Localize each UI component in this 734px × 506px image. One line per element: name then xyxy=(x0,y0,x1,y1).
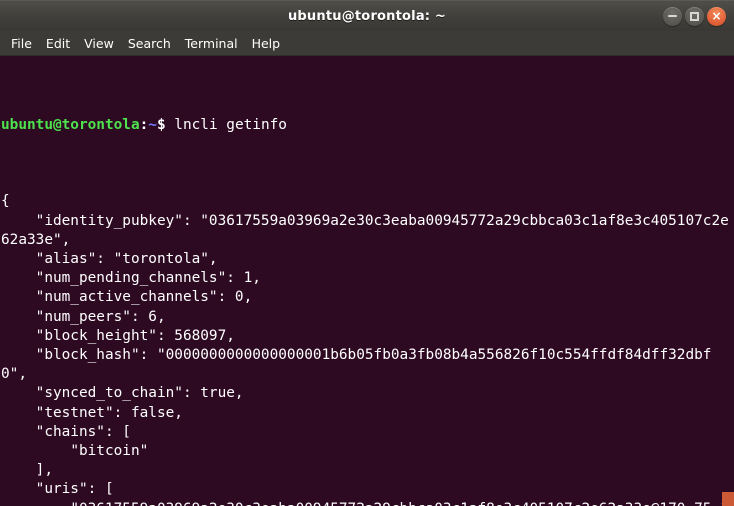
terminal-output-line: "03617559a03969a2e30c3eaba00945772a29cbb… xyxy=(1,500,734,506)
command-output: { "identity_pubkey": "03617559a03969a2e3… xyxy=(1,192,734,506)
menubar: File Edit View Search Terminal Help xyxy=(0,31,734,56)
terminal-output-line: "synced_to_chain": true, xyxy=(1,385,244,402)
minimize-button[interactable] xyxy=(663,6,682,26)
prompt-path: ~ xyxy=(148,116,157,133)
terminal-output-line: ], xyxy=(1,462,53,479)
close-button[interactable]: × xyxy=(707,6,726,26)
terminal-output-line: "num_active_channels": 0, xyxy=(1,289,253,306)
terminal-output-line: "identity_pubkey": "03617559a03969a2e30c… xyxy=(1,212,729,248)
menu-item-edit[interactable]: Edit xyxy=(39,33,77,54)
menu-item-terminal[interactable]: Terminal xyxy=(178,33,245,54)
terminal-output-line: "chains": [ xyxy=(1,423,131,440)
menu-item-view[interactable]: View xyxy=(77,33,121,54)
prompt-dollar: $ xyxy=(156,116,166,133)
terminal-output-line: "num_peers": 6, xyxy=(1,308,166,325)
minimize-icon xyxy=(668,15,677,17)
prompt-colon: : xyxy=(139,116,149,133)
prompt-user-host: ubuntu@torontola xyxy=(1,116,140,133)
terminal-output-line: { xyxy=(1,193,10,210)
window-controls: × xyxy=(663,1,726,31)
window-title: ubuntu@torontola: ~ xyxy=(287,8,447,24)
maximize-icon xyxy=(690,11,699,21)
menu-item-help[interactable]: Help xyxy=(245,33,288,54)
command-prompt-line: ubuntu@torontola:~$ lncli getinfo xyxy=(1,116,734,135)
terminal-output-line: "block_height": 568097, xyxy=(1,327,235,344)
menu-item-file[interactable]: File xyxy=(4,33,39,54)
resize-grip[interactable] xyxy=(722,492,734,506)
terminal-output-line: "block_hash": "0000000000000000001b6b05f… xyxy=(1,347,712,383)
terminal-window: ubuntu@torontola: ~ × File Edit View Sea… xyxy=(0,0,734,506)
maximize-button[interactable] xyxy=(685,6,704,26)
terminal-output-line: "num_pending_channels": 1, xyxy=(1,270,261,287)
terminal-output-line: "uris": [ xyxy=(1,481,114,498)
menu-item-search[interactable]: Search xyxy=(121,33,178,54)
terminal-output-line: "bitcoin" xyxy=(1,443,149,460)
command-text: lncli getinfo xyxy=(165,116,287,133)
terminal-output-line: "testnet": false, xyxy=(1,404,183,421)
terminal-output-line: "alias": "torontola", xyxy=(1,251,218,268)
terminal-content: ubuntu@torontola:~$ lncli getinfo { "ide… xyxy=(1,58,734,506)
terminal-screen[interactable]: ubuntu@torontola:~$ lncli getinfo { "ide… xyxy=(0,56,734,506)
window-titlebar[interactable]: ubuntu@torontola: ~ × xyxy=(0,0,734,31)
close-icon: × xyxy=(711,9,722,23)
